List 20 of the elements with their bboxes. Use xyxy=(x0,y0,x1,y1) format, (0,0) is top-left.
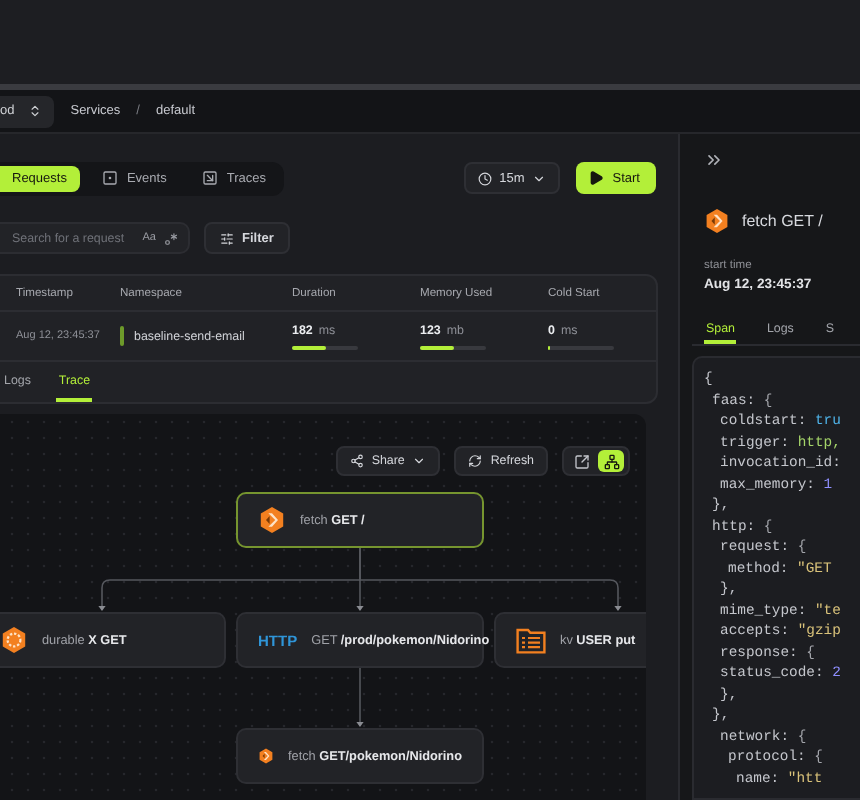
caret-icon xyxy=(412,454,427,468)
hexagon-chevron-icon xyxy=(258,506,286,534)
view-toggle[interactable] xyxy=(598,450,624,472)
span-title: fetch GET / xyxy=(742,212,823,230)
clock-icon xyxy=(477,171,492,185)
sliders-icon xyxy=(220,231,234,245)
namespace-marker xyxy=(120,326,124,346)
square-icon xyxy=(102,170,119,186)
share-icon xyxy=(349,454,364,468)
folder-list-icon xyxy=(516,627,546,653)
hexagon-ring-icon xyxy=(0,626,28,654)
caret-icon xyxy=(532,171,547,185)
regex-icon[interactable] xyxy=(164,231,178,245)
hexagon-chevron-icon xyxy=(704,208,730,234)
refresh-icon xyxy=(468,454,483,468)
up-down-chevron-icon xyxy=(28,104,43,118)
play-icon xyxy=(588,170,605,186)
collapse-button[interactable] xyxy=(704,150,724,170)
square-icon xyxy=(202,170,219,186)
connector-line xyxy=(356,667,364,727)
